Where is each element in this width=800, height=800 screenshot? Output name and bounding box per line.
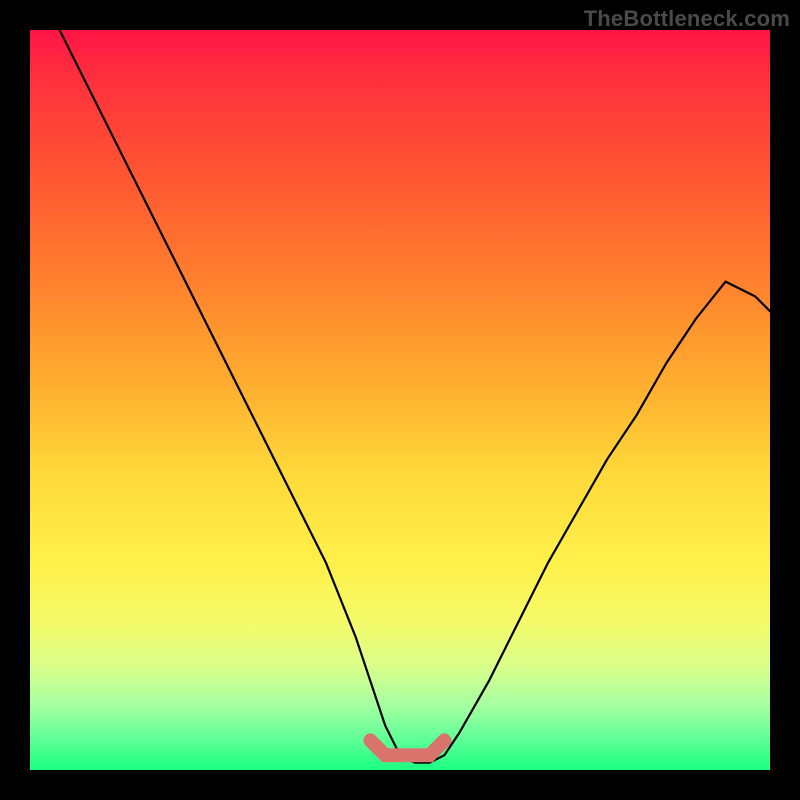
bottleneck-curve [30, 30, 770, 770]
plot-area [30, 30, 770, 770]
chart-frame: TheBottleneck.com [0, 0, 800, 800]
watermark-text: TheBottleneck.com [584, 6, 790, 32]
curve-minimum-marker [370, 740, 444, 755]
curve-path [60, 30, 770, 763]
